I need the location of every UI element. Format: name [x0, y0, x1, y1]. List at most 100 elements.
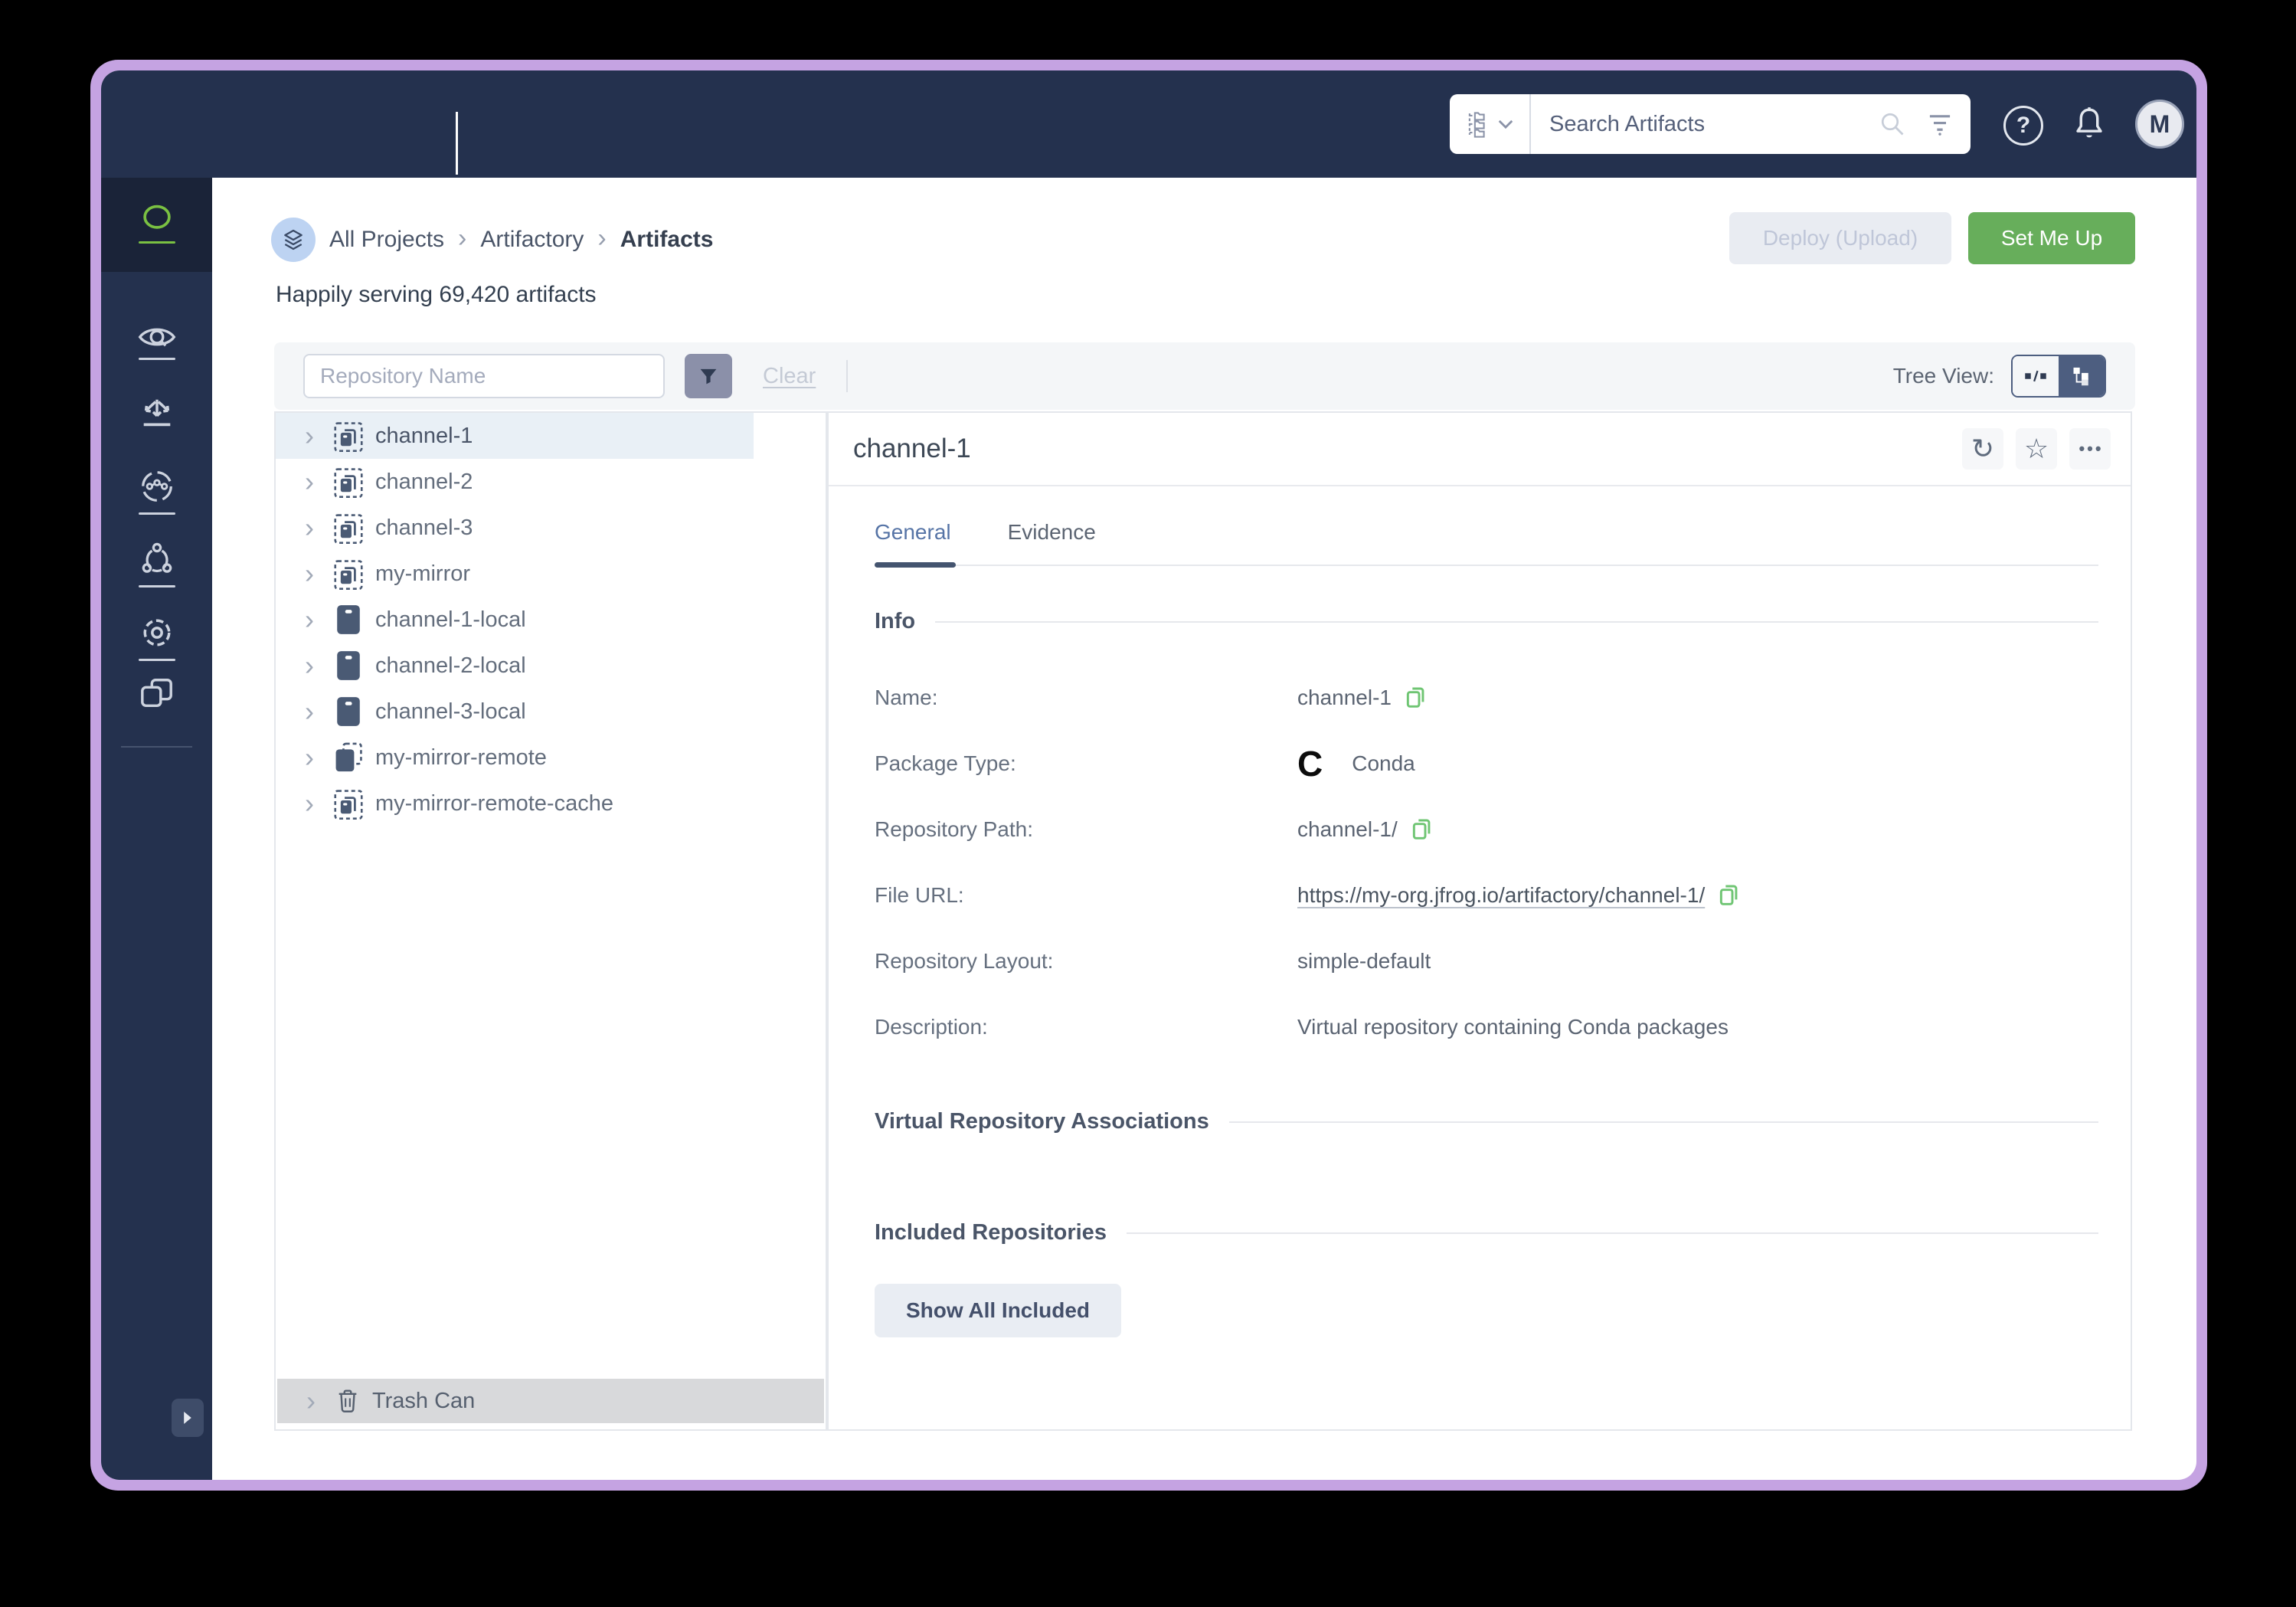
copy-icon[interactable]	[1717, 882, 1742, 909]
tree-item-channel-2[interactable]: › channel-2	[276, 459, 826, 505]
sidebar-item-xray[interactable]	[101, 323, 212, 360]
sidebar-nav	[101, 178, 212, 1480]
sidebar-item-administration[interactable]	[101, 614, 212, 661]
breadcrumb: All Projects › Artifactory › Artifacts	[271, 218, 713, 262]
notifications-button[interactable]	[2068, 103, 2111, 146]
tree-item-label: my-mirror-remote-cache	[375, 791, 613, 817]
tree-item-channel-1-local[interactable]: › channel-1-local	[276, 597, 826, 643]
tree-item-label: channel-1-local	[375, 607, 526, 633]
tree-item-my-mirror[interactable]: › my-mirror	[276, 551, 826, 597]
more-actions-button[interactable]: •••	[2069, 428, 2111, 470]
field-label: File URL:	[875, 883, 1297, 908]
view-mode-toggle	[2011, 355, 2106, 398]
tree-item-label: channel-2-local	[375, 653, 526, 679]
tree-item-my-mirror-remote-cache[interactable]: › my-mirror-remote-cache	[276, 781, 826, 826]
field-row-name: Name: channel-1	[875, 665, 2098, 731]
icon-underline	[139, 659, 175, 661]
tab-evidence[interactable]: Evidence	[1008, 520, 1096, 545]
layers-icon	[281, 227, 306, 252]
tree-view-icon	[2071, 365, 2092, 387]
info-section-heading: Info	[875, 609, 2098, 634]
set-me-up-button[interactable]: Set Me Up	[1968, 212, 2135, 264]
sidebar-item-artifactory[interactable]	[101, 204, 212, 244]
refresh-button[interactable]: ↻	[1962, 428, 2003, 470]
field-row-repository-layout: Repository Layout: simple-default	[875, 928, 2098, 994]
repository-tree-panel: › channel-1 › channel-2 › channel-3 › my…	[274, 411, 827, 1431]
icon-underline	[139, 585, 175, 587]
app-window: ? M	[90, 60, 2207, 1491]
deploy-upload-button[interactable]: Deploy (Upload)	[1729, 212, 1951, 264]
detail-header: channel-1 ↻ ☆ •••	[829, 413, 2131, 486]
included-heading-label: Included Repositories	[875, 1220, 1107, 1245]
artifact-count-subtitle: Happily serving 69,420 artifacts	[276, 282, 597, 308]
repository-type-icon	[333, 510, 364, 545]
field-row-package-type: Package Type: C Conda	[875, 731, 2098, 797]
repository-type-icon	[333, 418, 364, 453]
flat-view-segment[interactable]	[2013, 356, 2059, 396]
repository-type-icon	[333, 464, 364, 499]
pipelines-icon	[138, 467, 176, 506]
repository-type-icon	[333, 694, 364, 729]
sidebar-item-distribution[interactable]	[101, 394, 212, 432]
tree-view-label: Tree View:	[1893, 364, 1994, 388]
sidebar-item-connections[interactable]	[101, 540, 212, 587]
user-avatar[interactable]: M	[2135, 100, 2184, 149]
tree-item-channel-2-local[interactable]: › channel-2-local	[276, 643, 826, 689]
info-fields: Name: channel-1 Package Type: C Conda	[875, 665, 2098, 1060]
active-tab-underline	[875, 562, 956, 568]
detail-tabs: General Evidence	[875, 520, 2131, 545]
tree-view-segment[interactable]	[2059, 356, 2105, 396]
breadcrumb-artifactory[interactable]: Artifactory	[480, 227, 584, 253]
repository-type-icon	[333, 602, 364, 637]
search-input[interactable]	[1531, 112, 1879, 137]
repository-detail-panel: channel-1 ↻ ☆ ••• General Evidence	[827, 411, 2132, 1431]
breadcrumb-all-projects[interactable]: All Projects	[329, 227, 444, 253]
filter-icon[interactable]	[1926, 112, 1954, 136]
show-all-included-button[interactable]: Show All Included	[875, 1284, 1121, 1337]
projects-icon	[138, 676, 176, 711]
project-scope-badge[interactable]	[271, 218, 316, 262]
conda-logo-icon: C	[1297, 746, 1323, 781]
field-label: Package Type:	[875, 751, 1297, 776]
tree-item-my-mirror-remote[interactable]: › my-mirror-remote	[276, 735, 826, 781]
help-button[interactable]: ?	[2002, 104, 2045, 147]
trash-can-row[interactable]: › Trash Can	[277, 1379, 824, 1423]
filter-apply-button[interactable]	[685, 354, 732, 398]
copy-icon[interactable]	[1410, 816, 1434, 843]
active-underline	[139, 241, 175, 244]
sidebar-item-projects[interactable]	[101, 676, 212, 711]
sidebar-divider	[121, 746, 192, 748]
artifactory-icon	[139, 204, 175, 234]
flat-view-icon	[2024, 368, 2047, 385]
header-divider	[456, 112, 458, 175]
search-icon[interactable]	[1879, 110, 1906, 138]
heading-rule	[1229, 1121, 2098, 1123]
field-value: Virtual repository containing Conda pack…	[1297, 1015, 1729, 1039]
heading-rule	[1127, 1232, 2098, 1234]
tab-general[interactable]: General	[875, 520, 951, 545]
associations-heading-label: Virtual Repository Associations	[875, 1109, 1209, 1134]
clear-filter-link[interactable]: Clear	[763, 364, 816, 389]
field-value: channel-1/	[1297, 817, 1398, 842]
icon-underline	[139, 512, 175, 515]
field-row-description: Description: Virtual repository containi…	[875, 994, 2098, 1060]
tree-item-channel-3[interactable]: › channel-3	[276, 505, 826, 551]
tree-item-channel-1[interactable]: › channel-1	[276, 413, 754, 459]
detail-actions: ↻ ☆ •••	[1962, 428, 2111, 470]
tree-item-channel-3-local[interactable]: › channel-3-local	[276, 689, 826, 735]
info-heading-label: Info	[875, 609, 915, 634]
global-search	[1450, 94, 1971, 154]
copy-icon[interactable]	[1404, 684, 1428, 712]
file-url-link[interactable]: https://my-org.jfrog.io/artifactory/chan…	[1297, 883, 1705, 908]
tab-underline-track	[875, 565, 2098, 566]
sidebar-expand-button[interactable]	[172, 1399, 204, 1437]
repository-name-input[interactable]	[303, 354, 665, 398]
search-scope-selector[interactable]	[1450, 94, 1531, 154]
included-section-heading: Included Repositories	[875, 1220, 2098, 1245]
chevron-down-icon	[1497, 119, 1514, 129]
repository-filter-bar: Clear Tree View:	[274, 342, 2135, 410]
repository-type-icon	[333, 556, 364, 591]
breadcrumb-artifacts: Artifacts	[620, 227, 714, 253]
sidebar-item-pipelines[interactable]	[101, 467, 212, 515]
favorite-button[interactable]: ☆	[2016, 428, 2057, 470]
